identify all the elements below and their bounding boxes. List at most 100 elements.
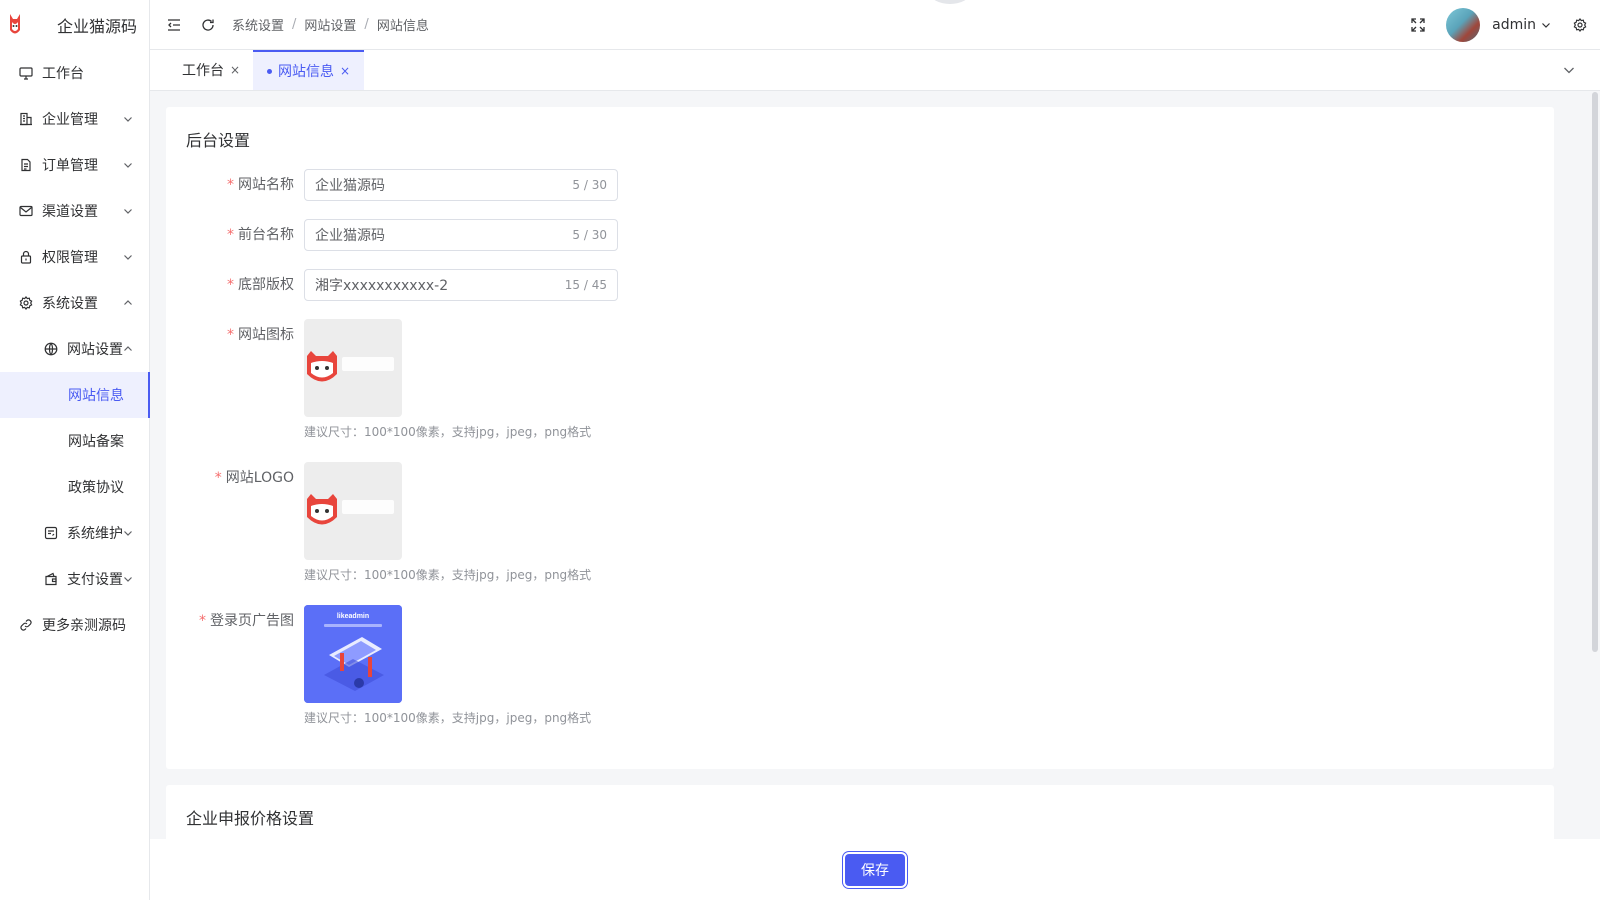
sidebar-item-system-settings[interactable]: 系统设置	[0, 280, 149, 326]
tab-label: 工作台	[182, 63, 224, 79]
sidebar-item-label: 企业管理	[42, 112, 98, 128]
save-button[interactable]: 保存	[845, 853, 905, 886]
close-icon[interactable]: ×	[340, 64, 350, 78]
field-label: * 登录页广告图	[166, 605, 294, 637]
sidebar-item-maintenance[interactable]: 系统维护	[0, 510, 149, 556]
site-icon-upload[interactable]	[304, 319, 402, 417]
building-icon	[18, 112, 33, 127]
sidebar-item-permissions[interactable]: 权限管理	[0, 234, 149, 280]
required-mark: *	[227, 227, 234, 243]
sidebar-item-orders[interactable]: 订单管理	[0, 142, 149, 188]
avatar[interactable]	[1446, 8, 1481, 42]
gear-icon	[18, 296, 33, 311]
sidebar-item-channels[interactable]: 渠道设置	[0, 188, 149, 234]
breadcrumb-item[interactable]: 系统设置	[232, 15, 284, 34]
sidebar-item-policy[interactable]: 政策协议	[0, 464, 149, 510]
field-label-text: 网站图标	[238, 327, 294, 343]
sidebar-item-label: 权限管理	[42, 250, 98, 266]
required-mark: *	[227, 327, 234, 343]
char-count: 5 / 30	[572, 228, 607, 242]
tabs-more-chevron-icon[interactable]	[1562, 63, 1576, 77]
chevron-down-icon	[123, 206, 133, 216]
field-label-text: 前台名称	[238, 227, 294, 243]
brand-name: 企业猫源码	[57, 17, 138, 36]
maintenance-icon	[43, 526, 58, 541]
required-mark: *	[227, 177, 234, 193]
section-title: 后台设置	[186, 131, 251, 150]
tab-dashboard[interactable]: 工作台 ×	[156, 50, 254, 90]
monitor-icon	[18, 66, 33, 81]
breadcrumb-item[interactable]: 网站设置	[304, 15, 356, 34]
cat-logo-icon	[307, 351, 394, 382]
site-name-input[interactable]: 企业猫源码 5 / 30	[304, 169, 618, 201]
sidebar-item-website-filing[interactable]: 网站备案	[0, 418, 149, 464]
sidebar-item-website-settings[interactable]: 网站设置	[0, 326, 149, 372]
top-handle	[930, 0, 970, 4]
sidebar-item-label: 支付设置	[67, 572, 123, 588]
wallet-icon	[43, 572, 58, 587]
required-mark: *	[214, 470, 222, 486]
close-icon[interactable]: ×	[230, 63, 240, 77]
field-label-text: 网站LOGO	[225, 470, 294, 486]
copyright-input[interactable]: 湘字xxxxxxxxxxx-2 15 / 45	[304, 269, 618, 301]
sidebar-item-website-info[interactable]: 网站信息	[0, 372, 150, 418]
price-settings-card: 企业申报价格设置	[166, 785, 1554, 839]
login-banner-upload[interactable]: likeadmin	[304, 605, 402, 703]
username[interactable]: admin	[1492, 17, 1536, 33]
globe-icon	[43, 342, 58, 357]
frontend-name-input[interactable]: 企业猫源码 5 / 30	[304, 219, 618, 251]
sidebar-item-label: 更多亲测源码	[42, 618, 126, 634]
chevron-up-icon	[123, 344, 133, 354]
breadcrumb-separator: /	[364, 17, 369, 32]
mail-icon	[18, 204, 33, 219]
field-label-text: 底部版权	[238, 277, 294, 293]
sidebar-item-label: 系统维护	[67, 526, 123, 542]
char-count: 5 / 30	[572, 178, 607, 192]
sidebar-item-dashboard[interactable]: 工作台	[0, 50, 149, 96]
site-logo-upload[interactable]	[304, 462, 402, 560]
field-label: * 底部版权	[166, 269, 294, 301]
fullscreen-icon[interactable]	[1410, 17, 1426, 33]
input-value: 湘字xxxxxxxxxxx-2	[315, 278, 449, 294]
sidebar-menu: 工作台 企业管理 订单管理 渠道设置 权限管理 系统设置 网站设置 网站信息 网…	[0, 50, 150, 648]
sidebar-item-label: 政策协议	[68, 480, 124, 496]
breadcrumb-separator: /	[292, 17, 297, 32]
sidebar-item-label: 网站设置	[67, 342, 123, 358]
char-count: 15 / 45	[564, 278, 607, 292]
chevron-up-icon	[123, 298, 133, 308]
upload-tip: 建议尺寸：100*100像素，支持jpg，jpeg，png格式	[304, 568, 592, 582]
sidebar-item-label: 订单管理	[42, 158, 98, 174]
input-value: 企业猫源码	[315, 178, 385, 194]
refresh-icon[interactable]	[200, 17, 216, 33]
chevron-down-icon	[123, 574, 133, 584]
backend-settings-card: 后台设置 * 网站名称 企业猫源码 5 / 30 * 前台名称 企业猫源码 5 / …	[166, 107, 1554, 769]
field-label-text: 登录页广告图	[210, 613, 294, 629]
chevron-down-icon[interactable]	[1540, 17, 1552, 33]
sidebar: 企业猫源码 工作台 企业管理 订单管理 渠道设置 权限管理 系统设置 网站设置 …	[0, 0, 150, 900]
settings-gear-icon[interactable]	[1572, 17, 1588, 33]
page-scrollbar[interactable]	[1592, 92, 1598, 652]
sidebar-item-more-source[interactable]: 更多亲测源码	[0, 602, 149, 648]
lock-icon	[18, 250, 33, 265]
link-icon	[18, 618, 33, 633]
sidebar-item-payment[interactable]: 支付设置	[0, 556, 149, 602]
top-header: 系统设置 / 网站设置 / 网站信息 admin	[150, 0, 1600, 50]
sidebar-item-label: 渠道设置	[42, 204, 98, 220]
required-mark: *	[199, 613, 206, 629]
field-label-text: 网站名称	[238, 177, 294, 193]
tab-website-info[interactable]: 网站信息 ×	[253, 50, 365, 90]
breadcrumb-item: 网站信息	[376, 19, 429, 34]
upload-tip: 建议尺寸：100*100像素，支持jpg，jpeg，png格式	[304, 425, 592, 439]
chevron-down-icon	[123, 114, 133, 124]
header-actions: admin	[1410, 0, 1588, 50]
field-label: * 网站图标	[166, 319, 294, 351]
document-icon	[18, 158, 33, 173]
banner-illustration-icon: likeadmin	[304, 605, 402, 703]
collapse-menu-icon[interactable]	[166, 17, 182, 33]
field-label: * 前台名称	[166, 219, 294, 251]
field-label: * 网站名称	[166, 169, 294, 201]
sidebar-item-enterprise[interactable]: 企业管理	[0, 96, 149, 142]
brand[interactable]: 企业猫源码	[0, 0, 149, 50]
main-content: 后台设置 * 网站名称 企业猫源码 5 / 30 * 前台名称 企业猫源码 5 / …	[150, 91, 1600, 839]
sidebar-item-label: 系统设置	[42, 296, 98, 312]
